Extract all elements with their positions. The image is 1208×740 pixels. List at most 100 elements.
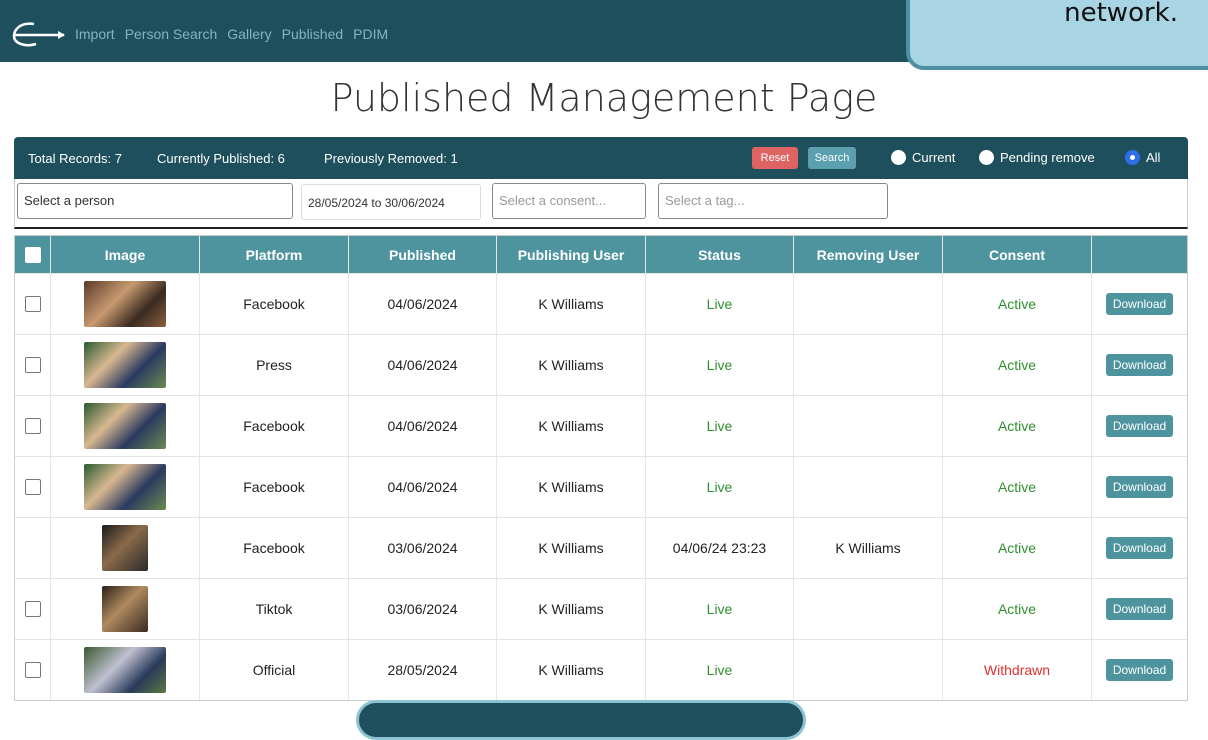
status-cell: 04/06/24 23:23 xyxy=(646,518,794,578)
page-title: Published Management Page xyxy=(330,76,878,120)
published-date-cell: 04/06/2024 xyxy=(349,335,497,395)
status-cell: Live xyxy=(646,640,794,700)
download-button[interactable]: Download xyxy=(1105,598,1174,620)
row-checkbox[interactable] xyxy=(24,357,41,373)
nav-import[interactable]: Import xyxy=(75,26,115,42)
publishing-user-cell: K Williams xyxy=(497,518,646,578)
table-row[interactable]: Facebook 04/06/2024 K Williams Live Active Do… xyxy=(15,395,1187,456)
photo-thumbnail[interactable] xyxy=(102,586,148,632)
total-records: Total Records: 7 xyxy=(28,151,122,166)
removing-user-cell: K Williams xyxy=(794,518,943,578)
platform-cell: Facebook xyxy=(200,518,349,578)
platform-cell: Official xyxy=(200,640,349,700)
radio-label: Current xyxy=(912,150,956,165)
removing-user-cell xyxy=(794,457,943,517)
photo-thumbnail[interactable] xyxy=(84,342,166,388)
photo-thumbnail[interactable] xyxy=(84,281,166,327)
consent-cell: Active xyxy=(943,274,1092,334)
publishing-user-cell: K Williams xyxy=(497,396,646,456)
published-date-cell: 03/06/2024 xyxy=(349,579,497,639)
select-all-checkbox[interactable] xyxy=(24,246,41,263)
radio-all[interactable]: All xyxy=(1125,150,1160,165)
date-range-input[interactable]: 28/05/2024 to 30/06/2024 xyxy=(301,184,481,220)
photo-thumbnail[interactable] xyxy=(84,403,166,449)
row-checkbox[interactable] xyxy=(24,601,41,617)
table-row[interactable]: Facebook 04/06/2024 K Williams Live Active Do… xyxy=(15,273,1187,334)
radio-selected-icon xyxy=(1125,150,1140,165)
table-row[interactable]: Press 04/06/2024 K Williams Live Active Downl… xyxy=(15,334,1187,395)
download-button[interactable]: Download xyxy=(1105,354,1174,376)
status-cell: Live xyxy=(646,396,794,456)
col-removing-user[interactable]: Removing User xyxy=(794,236,943,273)
currently-published: Currently Published: 6 xyxy=(157,151,285,166)
table-row[interactable]: Tiktok 03/06/2024 K Williams Live Active Down… xyxy=(15,578,1187,639)
radio-dot-icon xyxy=(891,150,906,165)
download-button[interactable]: Download xyxy=(1105,415,1174,437)
tooltip-callout: network. xyxy=(906,0,1208,70)
status-cell: Live xyxy=(646,274,794,334)
photo-thumbnail[interactable] xyxy=(84,464,166,510)
download-button[interactable]: Download xyxy=(1105,659,1174,681)
table-row[interactable]: Facebook 03/06/2024 K Williams 04/06/24 23:… xyxy=(15,517,1187,578)
photo-thumbnail[interactable] xyxy=(84,647,166,693)
removing-user-cell xyxy=(794,335,943,395)
published-table: Image Platform Published Publishing User… xyxy=(14,235,1188,701)
radio-current[interactable]: Current xyxy=(891,150,955,165)
filter-bar: Select a person 28/05/2024 to 30/06/2024… xyxy=(14,179,1188,229)
nav-person-search[interactable]: Person Search xyxy=(125,26,218,42)
published-date-cell: 04/06/2024 xyxy=(349,396,497,456)
col-platform[interactable]: Platform xyxy=(200,236,349,273)
col-status[interactable]: Status xyxy=(646,236,794,273)
tag-select[interactable]: Select a tag... xyxy=(658,183,888,219)
status-cell: Live xyxy=(646,335,794,395)
nav-pdim[interactable]: PDIM xyxy=(353,26,388,42)
previously-removed: Previously Removed: 1 xyxy=(324,151,458,166)
summary-toolbar: Total Records: 7 Currently Published: 6 … xyxy=(14,137,1188,179)
published-date-cell: 04/06/2024 xyxy=(349,457,497,517)
row-checkbox[interactable] xyxy=(24,662,41,678)
platform-cell: Facebook xyxy=(200,274,349,334)
consent-cell: Active xyxy=(943,335,1092,395)
consent-cell: Withdrawn xyxy=(943,640,1092,700)
col-image[interactable]: Image xyxy=(51,236,200,273)
app-logo-icon[interactable] xyxy=(10,20,66,48)
publishing-user-cell: K Williams xyxy=(497,640,646,700)
row-checkbox[interactable] xyxy=(24,479,41,495)
radio-label: Pending remove xyxy=(1000,150,1095,165)
platform-cell: Press xyxy=(200,335,349,395)
platform-cell: Facebook xyxy=(200,457,349,517)
col-publishing-user[interactable]: Publishing User xyxy=(497,236,646,273)
removing-user-cell xyxy=(794,640,943,700)
radio-label: All xyxy=(1146,150,1161,165)
download-button[interactable]: Download xyxy=(1105,293,1174,315)
photo-thumbnail[interactable] xyxy=(102,525,148,571)
reset-button[interactable]: Reset xyxy=(752,147,798,169)
table-row[interactable]: Official 28/05/2024 K Williams Live Withdraw… xyxy=(15,639,1187,700)
publishing-user-cell: K Williams xyxy=(497,335,646,395)
consent-cell: Active xyxy=(943,518,1092,578)
download-button[interactable]: Download xyxy=(1105,476,1174,498)
row-checkbox[interactable] xyxy=(24,418,41,434)
search-button[interactable]: Search xyxy=(808,147,856,169)
callout-text: network. xyxy=(1064,0,1178,28)
removing-user-cell xyxy=(794,274,943,334)
status-cell: Live xyxy=(646,579,794,639)
col-published[interactable]: Published xyxy=(349,236,497,273)
radio-dot-icon xyxy=(979,150,994,165)
removing-user-cell xyxy=(794,579,943,639)
nav-published[interactable]: Published xyxy=(282,26,344,42)
download-button[interactable]: Download xyxy=(1105,537,1174,559)
consent-select[interactable]: Select a consent... xyxy=(492,183,646,219)
table-row[interactable]: Facebook 04/06/2024 K Williams Live Active Do… xyxy=(15,456,1187,517)
nav-gallery[interactable]: Gallery xyxy=(227,26,271,42)
consent-cell: Active xyxy=(943,457,1092,517)
status-cell: Live xyxy=(646,457,794,517)
table-header: Image Platform Published Publishing User… xyxy=(15,236,1187,273)
radio-pending-remove[interactable]: Pending remove xyxy=(979,150,1095,165)
row-checkbox[interactable] xyxy=(24,296,41,312)
col-consent[interactable]: Consent xyxy=(943,236,1092,273)
consent-cell: Active xyxy=(943,396,1092,456)
published-date-cell: 03/06/2024 xyxy=(349,518,497,578)
person-select[interactable]: Select a person xyxy=(17,183,293,219)
col-actions xyxy=(1092,236,1187,273)
